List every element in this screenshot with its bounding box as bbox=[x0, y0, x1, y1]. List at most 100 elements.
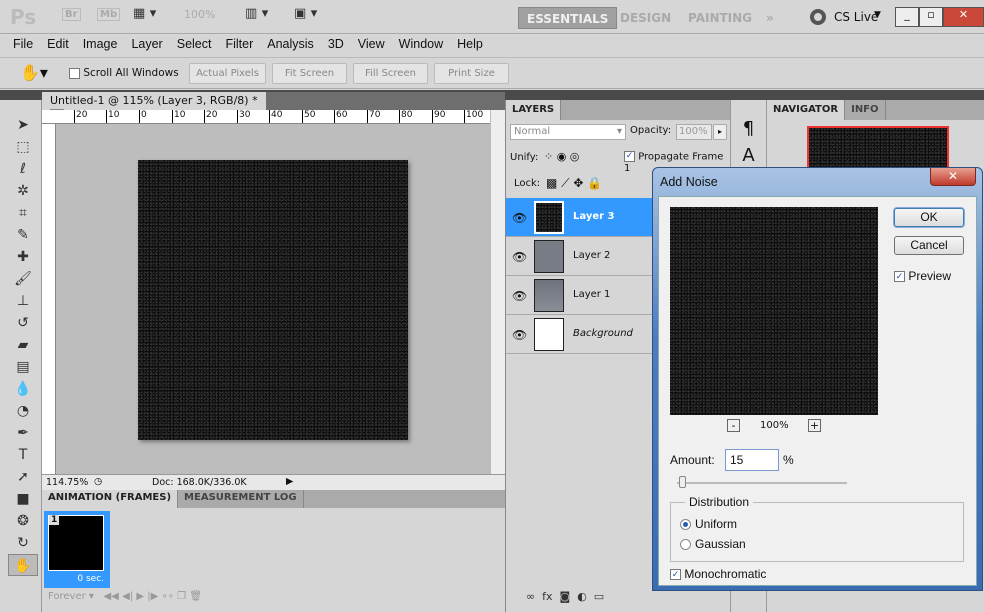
paragraph-panel-icon[interactable]: ¶ bbox=[731, 118, 766, 139]
noise-preview[interactable] bbox=[670, 207, 878, 415]
status-menu-arrow-icon[interactable]: ▶ bbox=[286, 476, 293, 487]
magic-wand-tool-icon[interactable]: ✲ bbox=[8, 180, 38, 202]
actual-pixels-button[interactable]: Actual Pixels bbox=[189, 63, 266, 84]
tab-animation-frames[interactable]: ANIMATION (FRAMES) bbox=[42, 490, 179, 508]
frame-delay[interactable]: 0 sec. bbox=[77, 574, 104, 584]
eyedropper-tool-icon[interactable]: ✎ bbox=[8, 224, 38, 246]
hand-tool-icon[interactable]: ✋ bbox=[8, 554, 38, 576]
opacity-slider-arrow-icon[interactable]: ▸ bbox=[713, 124, 727, 140]
zoom-out-button[interactable]: - bbox=[727, 419, 740, 432]
duplicate-frame-icon[interactable]: ❐ bbox=[177, 591, 186, 602]
rectangle-tool-icon[interactable]: ■ bbox=[8, 488, 38, 510]
unify-icons[interactable]: ⁘ ◉ ◎ bbox=[544, 150, 579, 163]
tab-layers[interactable]: LAYERS bbox=[506, 100, 562, 120]
amount-input[interactable]: 15 bbox=[725, 449, 779, 471]
animation-frame[interactable]: 1 0 sec. bbox=[44, 511, 110, 588]
ruler-label: 10 bbox=[106, 110, 119, 123]
uniform-radio[interactable]: Uniform bbox=[680, 517, 737, 531]
workspace-essentials[interactable]: ESSENTIALS bbox=[518, 7, 618, 29]
first-frame-icon[interactable]: ◀◀ bbox=[103, 591, 118, 602]
arrange-documents-icon[interactable]: ▥ ▾ bbox=[245, 6, 268, 21]
tween-icon[interactable]: ∘∘ bbox=[161, 591, 174, 602]
loop-options[interactable]: Forever bbox=[48, 591, 86, 602]
3d-rotate-tool-icon[interactable]: ❂ bbox=[8, 510, 38, 532]
play-icon[interactable]: ▶ bbox=[136, 591, 144, 602]
dialog-close-button[interactable]: ✕ bbox=[930, 168, 976, 186]
menu-3d[interactable]: 3D bbox=[321, 34, 351, 56]
lasso-tool-icon[interactable]: ℓ bbox=[8, 158, 38, 180]
vertical-scrollbar[interactable] bbox=[490, 110, 505, 474]
menu-file[interactable]: File bbox=[6, 34, 40, 56]
screen-mode-icon[interactable]: ▣ ▾ bbox=[294, 6, 317, 21]
3d-orbit-tool-icon[interactable]: ↻ bbox=[8, 532, 38, 554]
close-app-button[interactable]: ✕ bbox=[943, 7, 984, 27]
pen-tool-icon[interactable]: ✒ bbox=[8, 422, 38, 444]
menu-window[interactable]: Window bbox=[392, 34, 450, 56]
opacity-input[interactable]: 100% bbox=[676, 124, 712, 140]
clone-stamp-tool-icon[interactable]: ⊥ bbox=[8, 290, 38, 312]
cs-live-menu[interactable]: CS Live bbox=[834, 10, 878, 24]
zoom-level-dropdown[interactable]: 100% bbox=[184, 8, 215, 21]
gaussian-radio[interactable]: Gaussian bbox=[680, 537, 746, 551]
dodge-tool-icon[interactable]: ◔ bbox=[8, 400, 38, 422]
menu-select[interactable]: Select bbox=[170, 34, 219, 56]
ruler-label: 70 bbox=[367, 110, 380, 123]
crop-tool-icon[interactable]: ⌗ bbox=[8, 202, 38, 224]
blur-tool-icon[interactable]: 💧 bbox=[8, 378, 38, 400]
zoom-in-button[interactable]: + bbox=[808, 419, 821, 432]
cancel-button[interactable]: Cancel bbox=[894, 236, 964, 255]
print-size-button[interactable]: Print Size bbox=[434, 63, 509, 84]
menu-edit[interactable]: Edit bbox=[40, 34, 76, 56]
bridge-button[interactable]: Br bbox=[62, 8, 81, 21]
amount-slider-thumb[interactable] bbox=[679, 476, 686, 488]
hand-tool-preset-icon[interactable]: ✋▾ bbox=[20, 63, 48, 82]
amount-slider-track[interactable] bbox=[677, 482, 847, 484]
character-panel-icon[interactable]: A bbox=[731, 145, 766, 166]
healing-brush-tool-icon[interactable]: ✚ bbox=[8, 246, 38, 268]
workspace-design[interactable]: DESIGN bbox=[612, 7, 679, 29]
eraser-tool-icon[interactable]: ▰ bbox=[8, 334, 38, 356]
document-tab[interactable]: Untitled-1 @ 115% (Layer 3, RGB/8) * ✕ bbox=[42, 92, 266, 121]
fit-screen-button[interactable]: Fit Screen bbox=[272, 63, 347, 84]
menu-image[interactable]: Image bbox=[76, 34, 125, 56]
lock-icons[interactable]: ▩ ⟋ ✥ 🔒 bbox=[546, 176, 602, 191]
tab-info[interactable]: INFO bbox=[845, 100, 886, 120]
move-tool-icon[interactable]: ➤ bbox=[8, 114, 38, 136]
delete-frame-icon[interactable]: 🗑 bbox=[189, 591, 202, 602]
ok-button[interactable]: OK bbox=[894, 208, 964, 227]
scroll-all-windows-checkbox[interactable]: Scroll All Windows bbox=[69, 67, 179, 79]
brush-tool-icon[interactable]: 🖌 bbox=[8, 268, 38, 290]
maximize-button[interactable]: ▫ bbox=[919, 7, 943, 27]
next-frame-icon[interactable]: |▶ bbox=[147, 591, 158, 602]
view-extras-icon[interactable]: ▦ ▾ bbox=[133, 6, 156, 21]
gradient-tool-icon[interactable]: ▤ bbox=[8, 356, 38, 378]
menu-analysis[interactable]: Analysis bbox=[260, 34, 321, 56]
document-canvas[interactable] bbox=[138, 160, 408, 440]
blend-mode-dropdown[interactable]: Normal ▾ bbox=[510, 124, 626, 140]
type-tool-icon[interactable]: T bbox=[8, 444, 38, 466]
canvas-area[interactable] bbox=[56, 124, 490, 474]
workspace-painting[interactable]: PAINTING bbox=[680, 7, 760, 29]
history-brush-tool-icon[interactable]: ↺ bbox=[8, 312, 38, 334]
minibridge-button[interactable]: Mb bbox=[97, 8, 121, 21]
eye-icon[interactable]: 👁 bbox=[512, 250, 527, 264]
menu-filter[interactable]: Filter bbox=[218, 34, 260, 56]
monochromatic-checkbox[interactable]: ✓ Monochromatic bbox=[670, 567, 766, 581]
path-selection-tool-icon[interactable]: ➚ bbox=[8, 466, 38, 488]
tab-measurement-log[interactable]: MEASUREMENT LOG bbox=[178, 490, 304, 508]
eye-icon[interactable]: 👁 bbox=[512, 328, 527, 342]
more-workspaces-icon[interactable]: » bbox=[758, 7, 782, 29]
menu-view[interactable]: View bbox=[351, 34, 392, 56]
marquee-tool-icon[interactable]: ⬚ bbox=[8, 136, 38, 158]
layer-footer-icons[interactable]: ∞ fx ◙ ◐ ▭ bbox=[526, 590, 604, 603]
preview-checkbox[interactable]: ✓ Preview bbox=[894, 269, 951, 283]
menu-layer[interactable]: Layer bbox=[124, 34, 169, 56]
minimize-button[interactable]: _ bbox=[895, 7, 919, 27]
tab-navigator[interactable]: NAVIGATOR bbox=[767, 100, 846, 120]
eye-icon[interactable]: 👁 bbox=[512, 289, 527, 303]
zoom-readout[interactable]: 114.75% bbox=[46, 477, 88, 488]
eye-icon[interactable]: 👁 bbox=[512, 211, 527, 225]
menu-help[interactable]: Help bbox=[450, 34, 490, 56]
previous-frame-icon[interactable]: ◀| bbox=[122, 591, 133, 602]
fill-screen-button[interactable]: Fill Screen bbox=[353, 63, 428, 84]
